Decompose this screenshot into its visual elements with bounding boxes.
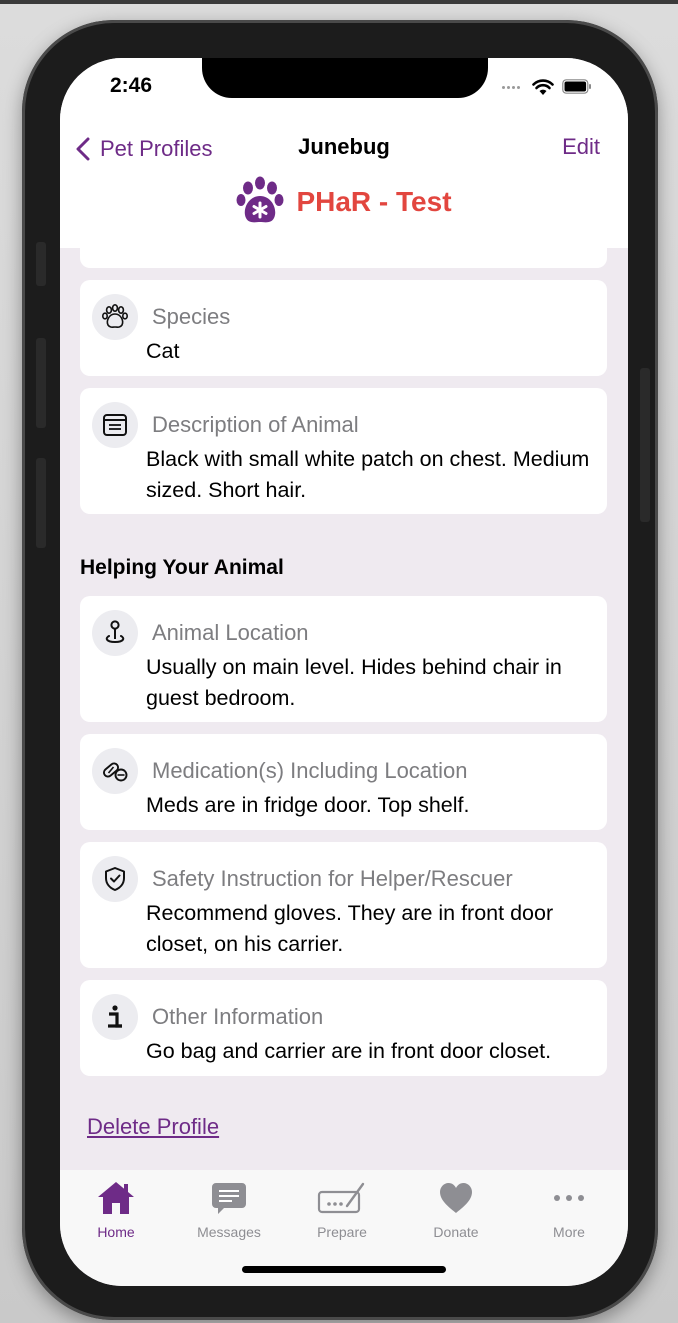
field-value: Cat <box>146 339 180 363</box>
field-card-safety: Safety Instruction for Helper/Rescuer Re… <box>80 842 607 968</box>
field-value: Black with small white patch on chest. M… <box>146 447 590 502</box>
tab-donate[interactable]: Donate <box>401 1178 511 1240</box>
screen: 2:46 Pet Profiles Junebug Edit PHaR - Te… <box>60 58 628 1286</box>
page-title: Junebug <box>298 134 390 159</box>
field-card-species: Species Cat <box>80 280 607 376</box>
location-pin-icon <box>92 610 138 656</box>
info-icon <box>92 994 138 1040</box>
volume-up-button <box>36 338 46 428</box>
field-card-location: Animal Location Usually on main level. H… <box>80 596 607 722</box>
field-value: Go bag and carrier are in front door clo… <box>146 1039 552 1063</box>
tab-label: Prepare <box>317 1224 367 1240</box>
field-label: Animal Location <box>152 620 309 645</box>
message-icon <box>212 1183 246 1214</box>
pills-icon <box>92 748 138 794</box>
silent-switch <box>36 242 46 286</box>
field-label: Other Information <box>152 1004 324 1029</box>
name-card: Junebug <box>80 248 607 268</box>
shield-check-icon <box>92 856 138 902</box>
battery-icon <box>562 79 591 94</box>
power-button <box>640 368 650 522</box>
field-card-description: Description of Animal Black with small w… <box>80 388 607 514</box>
brand-header: PHaR - Test <box>60 176 628 228</box>
edit-button[interactable]: Edit <box>562 134 600 160</box>
field-label: Description of Animal <box>152 412 359 437</box>
tab-label: More <box>553 1224 585 1240</box>
tab-messages[interactable]: Messages <box>174 1178 284 1240</box>
home-indicator[interactable] <box>242 1266 446 1273</box>
profile-content[interactable]: Junebug Species Cat <box>60 248 628 1170</box>
tab-prepare[interactable]: Prepare <box>287 1178 397 1240</box>
paw-logo-icon <box>236 176 284 223</box>
top-edge <box>0 0 678 4</box>
field-label: Safety Instruction for Helper/Rescuer <box>152 866 513 891</box>
prepare-icon <box>317 1182 365 1214</box>
tab-label: Donate <box>433 1224 479 1240</box>
field-value: Recommend gloves. They are in front door… <box>146 901 554 956</box>
field-label: Medication(s) Including Location <box>152 758 468 783</box>
more-icon <box>554 1195 584 1201</box>
field-label: Species <box>152 304 231 329</box>
delete-profile-link[interactable]: Delete Profile <box>87 1114 219 1140</box>
signal-icon <box>502 86 524 90</box>
paw-icon <box>92 294 138 340</box>
field-value: Usually on main level. Hides behind chai… <box>146 655 562 710</box>
brand-name: PHaR - Test <box>296 186 452 217</box>
tab-home[interactable]: Home <box>61 1178 171 1240</box>
home-icon <box>98 1182 134 1214</box>
wifi-icon <box>532 79 554 95</box>
heart-icon <box>440 1183 472 1213</box>
field-value: Meds are in fridge door. Top shelf. <box>146 793 470 817</box>
section-title: Helping Your Animal <box>80 556 284 579</box>
status-time: 2:46 <box>110 74 153 97</box>
header: 2:46 Pet Profiles Junebug Edit PHaR - Te… <box>60 58 628 248</box>
volume-down-button <box>36 458 46 548</box>
field-card-other: Other Information Go bag and carrier are… <box>80 980 607 1076</box>
document-icon <box>92 402 138 448</box>
field-card-medication: Medication(s) Including Location Meds ar… <box>80 734 607 830</box>
notch <box>202 58 488 98</box>
tab-label: Messages <box>197 1224 261 1240</box>
tab-more[interactable]: More <box>514 1178 624 1240</box>
tab-label: Home <box>97 1224 135 1240</box>
